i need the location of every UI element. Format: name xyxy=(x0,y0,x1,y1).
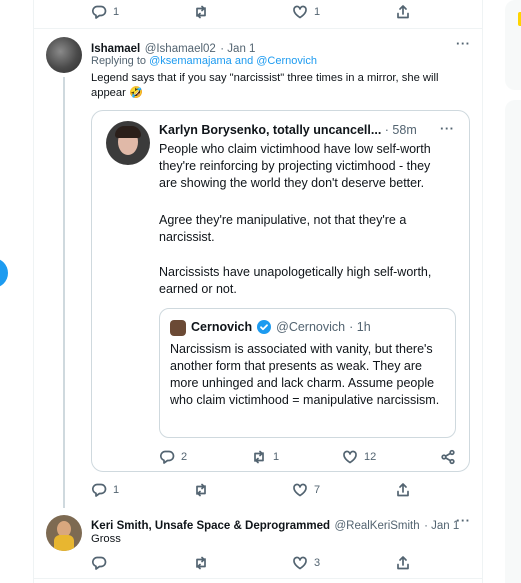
timeline-left-border xyxy=(33,0,34,583)
share-icon xyxy=(395,4,411,20)
quote-like-action[interactable]: 12 xyxy=(342,449,376,465)
reply-icon xyxy=(91,482,107,498)
nested-quote-text: Narcissism is associated with vanity, bu… xyxy=(170,342,440,407)
more-icon[interactable]: ··· xyxy=(456,513,471,528)
quote-paragraph-1: People who claim victimhood have low sel… xyxy=(159,142,431,190)
replying-prefix: Replying to xyxy=(91,55,150,67)
author-name[interactable]: Ishamael xyxy=(91,43,140,55)
reply-icon xyxy=(159,449,175,465)
verified-icon xyxy=(257,320,272,334)
reply-count: 2 xyxy=(181,451,188,463)
share-icon xyxy=(395,482,411,498)
nested-author-handle: @Cernovich xyxy=(276,320,346,334)
top-reply-action[interactable]: 1 xyxy=(91,4,119,20)
like-icon xyxy=(292,555,308,571)
quote-paragraph-2: Agree they're manipulative, not that the… xyxy=(159,213,407,244)
quote-retweet-action[interactable]: 1 xyxy=(251,449,279,465)
like-count: 12 xyxy=(364,451,377,463)
divider xyxy=(33,578,482,579)
divider xyxy=(33,28,482,29)
author-handle[interactable]: @Ishamael02 xyxy=(145,43,216,55)
retweet-icon xyxy=(193,555,209,571)
tweet-header: Keri Smith, Unsafe Space & Deprogrammed … xyxy=(91,516,459,534)
top-like-action[interactable]: 1 xyxy=(292,4,320,20)
tweet-date[interactable]: · Jan 1 xyxy=(220,43,255,55)
replying-users[interactable]: @ksemamajama and @Cernovich xyxy=(149,55,317,67)
quote-avatar xyxy=(106,121,150,165)
tweet-text: Legend says that if you say "narcissist"… xyxy=(91,72,439,99)
quote-share-action[interactable] xyxy=(440,449,456,465)
nested-date: · 1h xyxy=(349,320,371,334)
author-handle[interactable]: @RealKeriSmith xyxy=(334,520,419,532)
quote-author-name: Karlyn Borysenko, totally uncancell... xyxy=(159,123,382,137)
like-icon xyxy=(342,449,358,465)
tweet-like-action[interactable]: 7 xyxy=(292,482,320,498)
like-count: 3 xyxy=(314,557,321,569)
retweet-icon xyxy=(193,482,209,498)
like-icon xyxy=(292,482,308,498)
nested-quote-header: Cernovich @Cernovich · 1h xyxy=(191,320,371,334)
retweet-icon xyxy=(193,4,209,20)
like-icon xyxy=(292,4,308,20)
reply-icon xyxy=(91,4,107,20)
share-network-icon xyxy=(440,449,456,465)
like-count: 7 xyxy=(314,484,321,496)
quote-reply-action[interactable]: 2 xyxy=(159,449,187,465)
quote-header: Karlyn Borysenko, totally uncancell... ·… xyxy=(159,123,417,137)
top-retweet-action[interactable] xyxy=(193,4,209,20)
tweet-share-action[interactable] xyxy=(395,482,411,498)
retweet-icon xyxy=(251,449,267,465)
share-icon xyxy=(395,555,411,571)
tweet-reply-action[interactable]: 1 xyxy=(91,482,119,498)
quote-more-icon[interactable]: ··· xyxy=(440,121,455,136)
reply-count: 1 xyxy=(113,6,120,18)
timeline-right-border xyxy=(482,0,483,583)
quote-paragraph-3: Narcissists have unapologetically high s… xyxy=(159,265,432,296)
tweet-retweet-action[interactable] xyxy=(193,555,209,571)
nested-quote-avatar xyxy=(170,320,186,336)
more-icon[interactable]: ··· xyxy=(456,36,471,51)
right-panel-card xyxy=(505,100,521,583)
tweet-date[interactable]: · Jan 1 xyxy=(424,520,459,532)
reply-icon xyxy=(91,555,107,571)
tweet-text: Gross xyxy=(91,533,121,545)
tweet-reply-action[interactable] xyxy=(91,555,107,571)
tweet-retweet-action[interactable] xyxy=(193,482,209,498)
reply-count: 1 xyxy=(113,484,120,496)
author-name[interactable]: Keri Smith, Unsafe Space & Deprogrammed xyxy=(91,520,330,532)
tweet-share-action[interactable] xyxy=(395,555,411,571)
side-blue-button[interactable] xyxy=(0,258,8,288)
like-count: 1 xyxy=(314,6,321,18)
avatar[interactable] xyxy=(46,37,82,73)
tweet-like-action[interactable]: 3 xyxy=(292,555,320,571)
quote-date: · 58m xyxy=(384,123,417,137)
replying-to: Replying to @ksemamajama and @Cernovich xyxy=(91,55,317,67)
retweet-count: 1 xyxy=(273,451,280,463)
avatar[interactable] xyxy=(46,515,82,551)
top-share-action[interactable] xyxy=(395,4,411,20)
thread-line xyxy=(63,77,65,508)
nested-author-name: Cernovich xyxy=(191,320,253,334)
